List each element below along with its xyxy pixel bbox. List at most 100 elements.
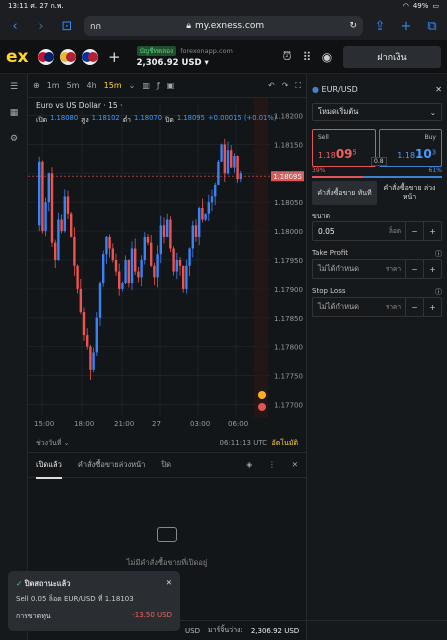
tp-decrease-button[interactable]: −: [405, 260, 423, 278]
y-tick-label: 1.17850: [274, 315, 303, 323]
x-tick-label: 18:00: [74, 420, 94, 428]
order-mode-select[interactable]: โหมดเริ่มต้น ⌄: [312, 103, 442, 121]
indicators-icon[interactable]: ƒ: [157, 81, 160, 90]
price-chart[interactable]: 1.18095 1.18200 1.18150 1.18100 1.18050 1.18…: [28, 98, 306, 448]
date-range-label: ช่วงวันที่: [36, 438, 62, 447]
layout-icon[interactable]: ▣: [167, 81, 175, 90]
buy-button[interactable]: Buy 1.18103: [379, 129, 442, 167]
layers-icon[interactable]: ◈: [246, 460, 252, 469]
settings-icon[interactable]: ⚙: [0, 126, 28, 152]
candle-body: [73, 236, 76, 266]
left-rail: ☰ ▦ ⚙: [0, 74, 28, 640]
change-value: +0.00015 (+0.01%): [207, 114, 277, 122]
symbol-tab-eur[interactable]: [82, 48, 98, 65]
flag-marker-icon[interactable]: [258, 403, 266, 411]
timeframe-dropdown-icon[interactable]: ⌄: [129, 81, 136, 90]
symbol-tab-gold[interactable]: [60, 48, 76, 65]
more-icon[interactable]: ⋮: [268, 460, 276, 469]
buy-price-big: 10: [415, 147, 432, 161]
menu-icon[interactable]: ☰: [0, 74, 28, 100]
chart-toolbar: ⊕ 1m 5m 4h 15m ⌄ ▥ ƒ ▣ ↶ ↷ ⛶: [28, 74, 306, 98]
symbol-tab-gbp[interactable]: [38, 48, 54, 65]
candle-body: [70, 213, 73, 237]
redo-icon[interactable]: ↷: [282, 81, 289, 90]
candle-body: [82, 312, 86, 336]
reload-icon[interactable]: ↻: [349, 21, 357, 31]
position-marker-icon[interactable]: [258, 391, 266, 399]
chart-title: Euro vs US Dollar · 15 ·: [36, 101, 123, 110]
candle-body: [134, 248, 137, 272]
candle-body: [166, 219, 169, 237]
share-icon[interactable]: ⇪: [371, 17, 389, 35]
candle-body: [66, 196, 70, 214]
tab-closed-positions[interactable]: ปิด: [161, 459, 171, 471]
tab-open-positions[interactable]: เปิดแล้ว: [36, 459, 62, 479]
candle-body: [172, 248, 175, 272]
battery-icon: ▭: [432, 2, 439, 10]
y-tick-label: 1.18150: [274, 141, 303, 149]
sl-decrease-button[interactable]: −: [405, 298, 423, 316]
tab-pending-order[interactable]: คำสั่งซื้อขาย ล่วงหน้า: [377, 181, 442, 205]
high-value: 1.18102: [91, 114, 120, 122]
tabs-icon[interactable]: ⧉: [423, 17, 441, 35]
volume-field[interactable]: 0.05 ล็อต − +: [312, 221, 442, 241]
fullscreen-icon[interactable]: ⛶: [295, 81, 301, 91]
candle-body: [114, 260, 118, 272]
x-tick-label: 21:00: [114, 420, 134, 428]
candle-body: [153, 265, 156, 278]
wifi-icon: ◠: [402, 2, 409, 10]
take-profit-field[interactable]: ไม่ได้กำหนด ราคา − +: [312, 259, 442, 279]
undo-icon[interactable]: ↶: [268, 81, 275, 90]
sl-increase-button[interactable]: +: [423, 298, 441, 316]
account-selector[interactable]: บัญชีทดลอง forexonapp.com 2,306.92 USD ▾: [136, 45, 233, 68]
candle-body: [169, 219, 172, 249]
new-tab-icon[interactable]: +: [397, 17, 415, 35]
close-label: ปิด: [165, 116, 174, 124]
timeframe-1m[interactable]: 1m: [47, 81, 60, 90]
candle-body: [162, 225, 166, 237]
tab-market-order[interactable]: คำสั่งซื้อขาย ทันที: [312, 181, 377, 205]
timeframe-4h[interactable]: 4h: [86, 81, 96, 90]
alarm-icon[interactable]: ⏰︎: [277, 49, 297, 64]
tab-pending-positions[interactable]: คำสั่งซื้อขายล่วงหน้า: [78, 459, 146, 471]
forward-icon[interactable]: ›: [32, 17, 50, 35]
volume-increase-button[interactable]: +: [423, 222, 441, 240]
close-value: 1.18095: [176, 114, 205, 122]
sell-button[interactable]: Sell 1.18095: [312, 129, 376, 167]
close-positions-icon[interactable]: ✕: [292, 460, 298, 469]
sell-sentiment: 39%: [312, 167, 326, 174]
candle-body: [233, 156, 236, 168]
candle-body: [92, 352, 95, 370]
toast-close-icon[interactable]: ✕: [166, 578, 172, 590]
add-symbol-icon[interactable]: +: [108, 48, 121, 66]
timeframe-15m[interactable]: 15m: [104, 81, 122, 90]
candle-body: [47, 173, 50, 203]
volume-decrease-button[interactable]: −: [405, 222, 423, 240]
sl-value: ไม่ได้กำหนด: [318, 302, 360, 311]
stop-loss-field[interactable]: ไม่ได้กำหนด ราคา − +: [312, 297, 442, 317]
date-range-button[interactable]: ช่วงวันที่ ⌄: [36, 438, 70, 449]
candle-body: [223, 144, 226, 174]
footer-balance-label: มาร์จิ้นว่าง:: [207, 626, 243, 634]
add-indicator-icon[interactable]: ⊕: [33, 81, 40, 90]
profile-icon[interactable]: ◉: [317, 50, 337, 64]
symbol-flag-icon: ●: [312, 84, 319, 94]
tp-increase-button[interactable]: +: [423, 260, 441, 278]
close-panel-icon[interactable]: ✕: [435, 85, 442, 94]
order-mode-value: โหมดเริ่มต้น: [318, 107, 359, 116]
tp-unit: ราคา: [385, 265, 401, 273]
sl-info-icon[interactable]: ⓘ: [435, 287, 442, 297]
chart-type-icon[interactable]: ▥: [142, 81, 150, 90]
y-tick-label: 1.17700: [274, 401, 303, 409]
calendar-icon[interactable]: ▦: [0, 100, 28, 126]
sl-unit: ราคา: [385, 303, 401, 311]
auto-scale-button[interactable]: อัตโนมัติ: [272, 439, 298, 447]
back-icon[interactable]: ‹: [6, 17, 24, 35]
book-icon[interactable]: ⊡: [58, 17, 76, 35]
candle-body: [207, 202, 210, 214]
tp-info-icon[interactable]: ⓘ: [435, 249, 442, 259]
timeframe-5m[interactable]: 5m: [67, 81, 80, 90]
apps-grid-icon[interactable]: ⠿: [297, 50, 317, 64]
url-bar[interactable]: กก 🔒︎ my.exness.com ↻: [84, 16, 363, 36]
deposit-button[interactable]: ฝากเงิน: [343, 45, 441, 68]
